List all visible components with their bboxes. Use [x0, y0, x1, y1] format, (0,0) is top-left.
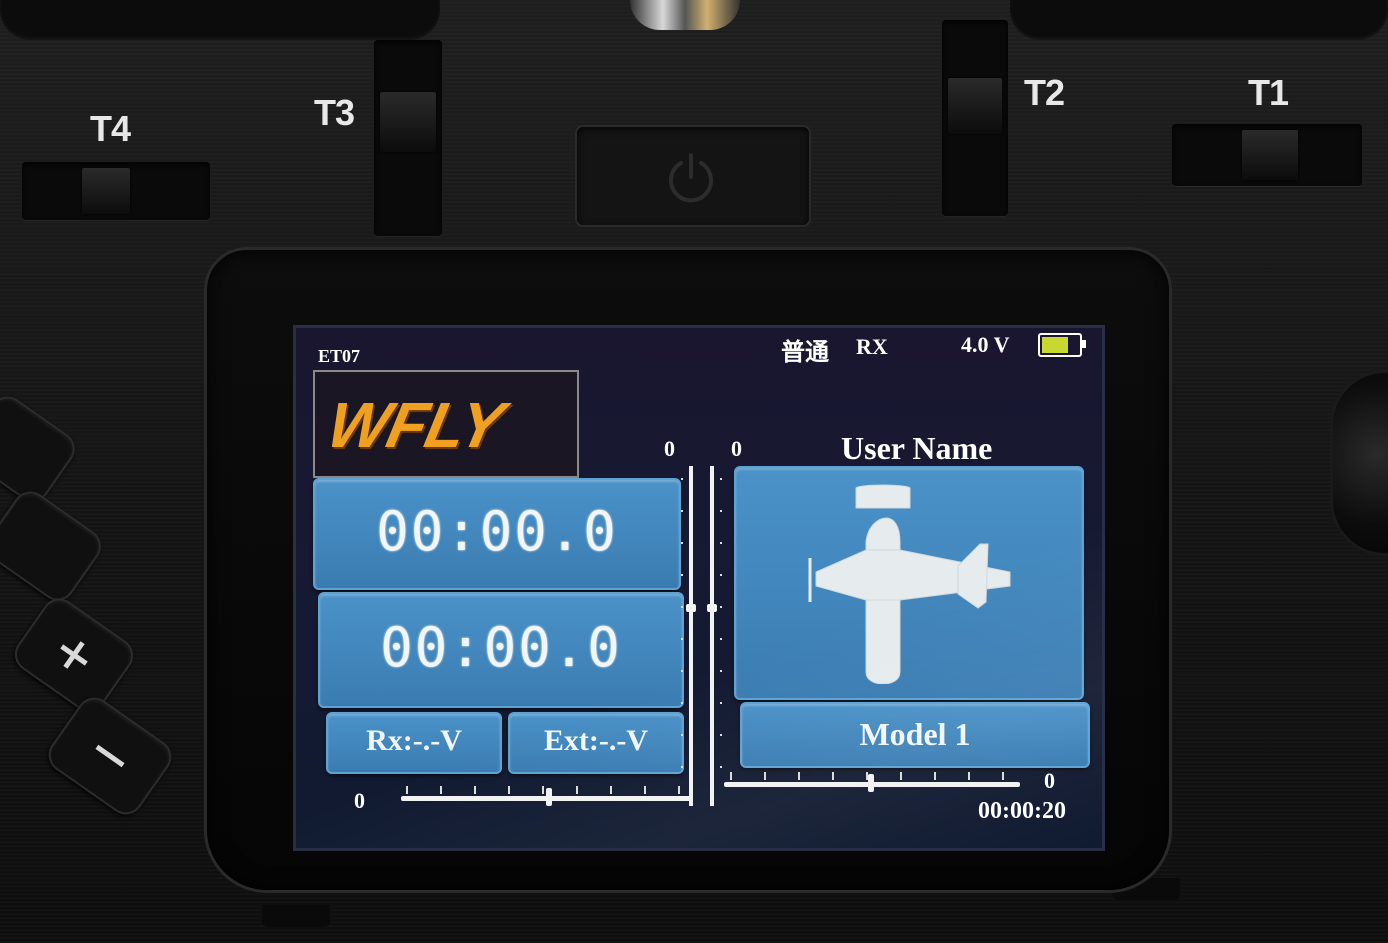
htrim-tick: [730, 772, 732, 780]
vtrim-right-value: 0: [731, 436, 742, 461]
vtrim-tick: [720, 542, 722, 544]
htrim-tick: [764, 772, 766, 780]
vtrim-tick: [720, 606, 722, 608]
htrim-tick: [678, 786, 680, 794]
control-stick[interactable]: [630, 0, 740, 30]
htrim-right-knob[interactable]: [868, 774, 874, 792]
trim-t2-knob[interactable]: [948, 78, 1002, 134]
logo-box: WFLY: [313, 370, 579, 478]
htrim-tick: [508, 786, 510, 794]
battery-fill: [1042, 337, 1068, 353]
airplane-icon: [808, 484, 1011, 684]
vtrim-left-bar: [689, 466, 693, 806]
htrim-tick: [440, 786, 442, 794]
mode-label: 普通: [781, 340, 829, 366]
htrim-tick: [798, 772, 800, 780]
vtrim-tick: [681, 638, 683, 640]
vtrim-tick: [720, 478, 722, 480]
user-name: User Name: [841, 430, 993, 466]
session-clock: 00:00:20: [978, 798, 1066, 824]
top-rim-right: [1010, 0, 1388, 40]
htrim-left-knob[interactable]: [546, 788, 552, 806]
tx-voltage: 4.0 V: [961, 332, 1010, 357]
htrim-tick: [644, 786, 646, 794]
battery-icon: [1038, 333, 1086, 357]
vtrim-tick: [720, 510, 722, 512]
ext-voltage: Ext:-.-V: [543, 724, 649, 757]
htrim-tick: [610, 786, 612, 794]
htrim-tick: [832, 772, 834, 780]
htrim-left-value: 0: [354, 788, 365, 813]
vtrim-tick: [681, 734, 683, 736]
timer-1: 00:00.0: [376, 500, 618, 563]
trim-label-t1: T1: [1248, 72, 1289, 113]
htrim-tick: [576, 786, 578, 794]
power-button[interactable]: [575, 125, 811, 227]
vtrim-left-value: 0: [664, 436, 675, 461]
htrim-tick: [968, 772, 970, 780]
vtrim-tick: [681, 702, 683, 704]
trim-t3-knob[interactable]: [380, 92, 436, 152]
htrim-tick: [900, 772, 902, 780]
trim-label-t2: T2: [1024, 72, 1065, 113]
vtrim-tick: [681, 542, 683, 544]
rx-label: RX: [856, 334, 888, 359]
trim-label-t3: T3: [314, 92, 355, 133]
htrim-tick: [866, 772, 868, 780]
foot-left: [262, 905, 330, 927]
vtrim-left-knob[interactable]: [686, 604, 696, 612]
vtrim-tick: [720, 702, 722, 704]
timer-2: 00:00.0: [380, 616, 622, 679]
htrim-tick: [934, 772, 936, 780]
ext-voltage-panel[interactable]: Ext:-.-V: [508, 712, 684, 774]
trim-label-t4: T4: [90, 108, 131, 149]
vtrim-tick: [681, 670, 683, 672]
vtrim-tick: [681, 574, 683, 576]
lcd-screen[interactable]: ET07 普通 RX 4.0 V WFLY 00:00.0 00:00.0 Rx…: [293, 325, 1105, 851]
htrim-right-value: 0: [1044, 768, 1055, 793]
vtrim-right-bar: [710, 466, 714, 806]
rx-voltage-panel[interactable]: Rx:-.-V: [326, 712, 502, 774]
timer-2-panel[interactable]: 00:00.0: [318, 592, 684, 708]
trim-t4-knob[interactable]: [82, 168, 130, 214]
vtrim-tick: [720, 638, 722, 640]
vtrim-tick: [720, 734, 722, 736]
rx-voltage: Rx:-.-V: [366, 724, 462, 757]
model-name: Model 1: [859, 716, 971, 752]
vtrim-tick: [720, 766, 722, 768]
power-icon: [669, 153, 713, 203]
scroll-wheel[interactable]: [1330, 370, 1388, 556]
trim-t3[interactable]: [374, 40, 442, 236]
trim-t1[interactable]: [1172, 124, 1362, 186]
wfly-logo: WFLY: [321, 389, 510, 461]
trim-t4[interactable]: [22, 162, 210, 220]
vtrim-tick: [720, 670, 722, 672]
top-rim-left: [0, 0, 440, 40]
vtrim-tick: [720, 574, 722, 576]
trim-t2[interactable]: [942, 20, 1008, 216]
vtrim-tick: [681, 478, 683, 480]
htrim-tick: [1002, 772, 1004, 780]
htrim-tick: [474, 786, 476, 794]
model-id: ET07: [318, 346, 361, 366]
timer-1-panel[interactable]: 00:00.0: [313, 478, 681, 590]
model-name-panel[interactable]: Model 1: [740, 702, 1090, 768]
vtrim-tick: [681, 510, 683, 512]
vtrim-tick: [681, 766, 683, 768]
vtrim-right-knob[interactable]: [707, 604, 717, 612]
htrim-tick: [542, 786, 544, 794]
htrim-tick: [406, 786, 408, 794]
trim-t1-knob[interactable]: [1242, 130, 1298, 180]
vtrim-tick: [681, 606, 683, 608]
model-image-panel[interactable]: [734, 466, 1084, 700]
